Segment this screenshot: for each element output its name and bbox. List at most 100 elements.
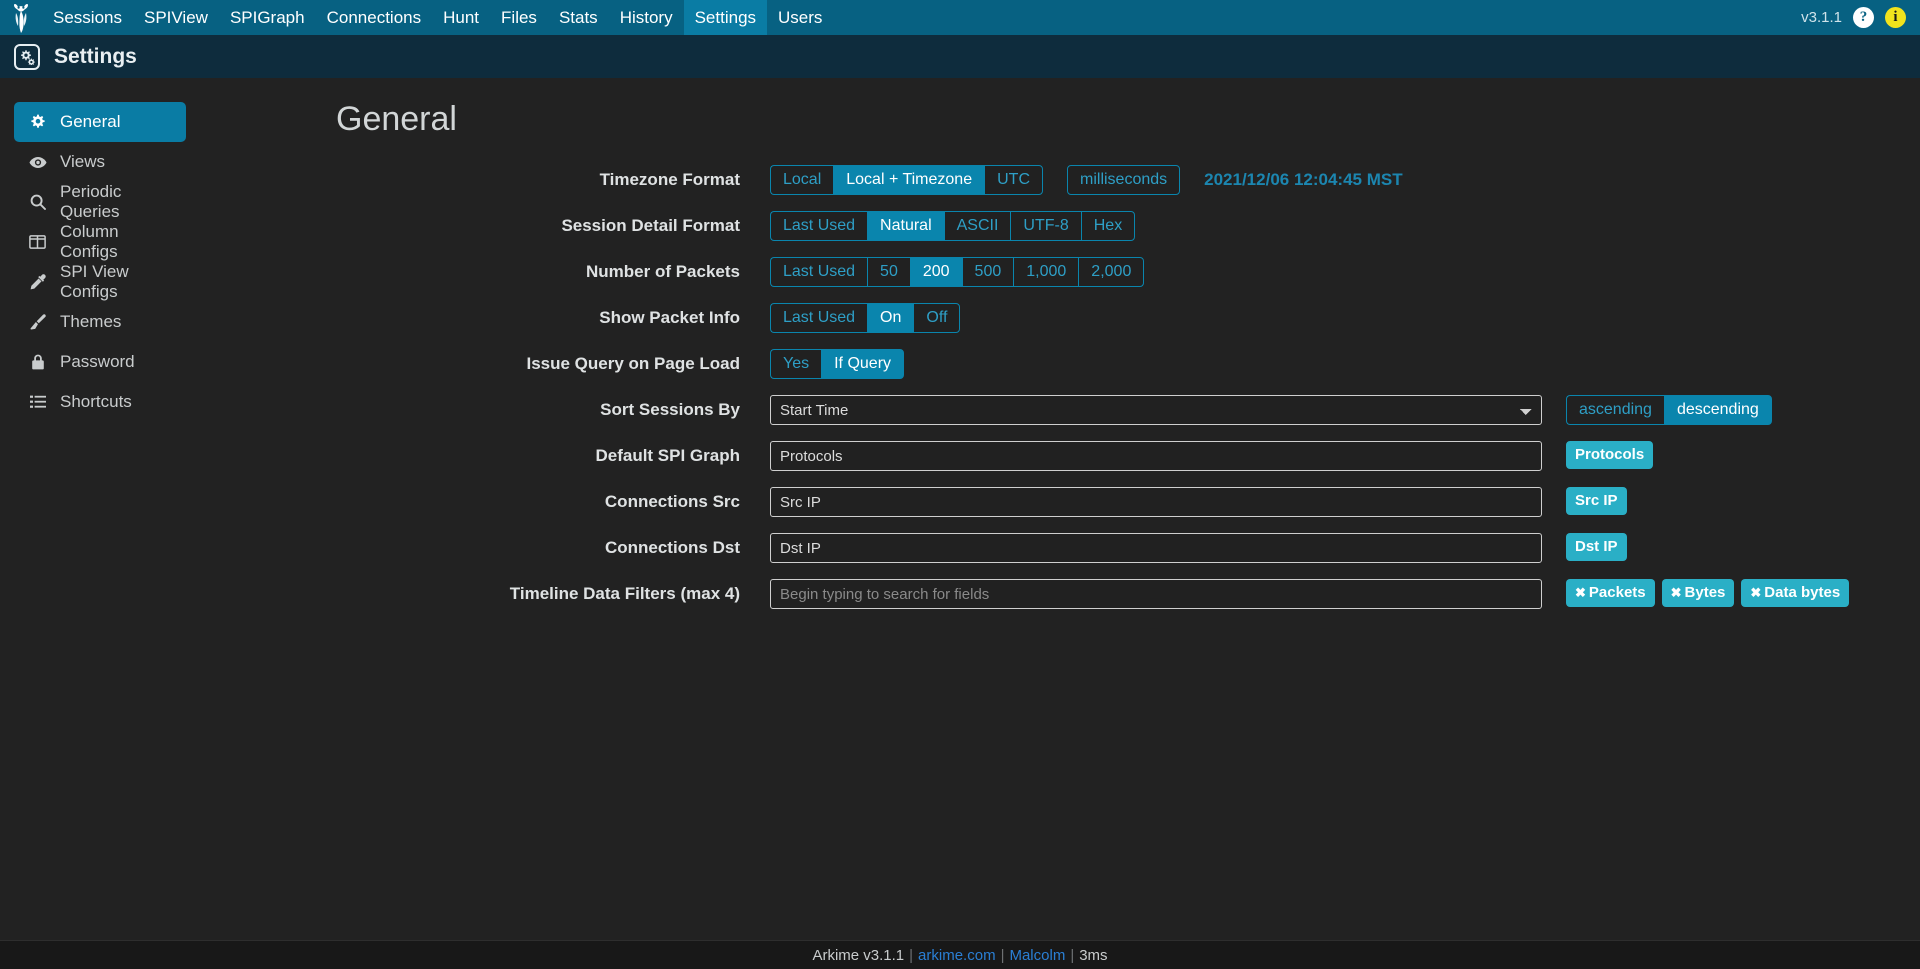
nav-items-list: Sessions SPIView SPIGraph Connections Hu… <box>42 0 833 35</box>
milliseconds-toggle-group: milliseconds <box>1067 165 1181 195</box>
connections-dst-badges: Dst IP <box>1566 533 1627 561</box>
sidebar-item-views[interactable]: Views <box>14 142 186 182</box>
sidebar-item-shortcuts[interactable]: Shortcuts <box>14 382 186 422</box>
packets-option-500[interactable]: 500 <box>961 257 1014 287</box>
remove-icon[interactable]: ✖ <box>1575 585 1586 600</box>
timezone-option-utc[interactable]: UTC <box>984 165 1043 195</box>
issue-query-option-yes[interactable]: Yes <box>770 349 822 379</box>
label-connections-dst: Connections Dst <box>604 538 740 557</box>
sort-direction-ascending[interactable]: ascending <box>1566 395 1664 425</box>
session-detail-option-last-used[interactable]: Last Used <box>770 211 868 241</box>
packets-option-1000[interactable]: 1,000 <box>1013 257 1079 287</box>
nav-item-sessions[interactable]: Sessions <box>42 0 133 35</box>
sidebar-item-periodic-queries[interactable]: Periodic Queries <box>14 182 186 222</box>
number-of-packets-buttongroup: Last Used 50 200 500 1,000 2,000 <box>770 257 1145 287</box>
badge-protocols[interactable]: Protocols <box>1566 441 1654 469</box>
badge-src-ip[interactable]: Src IP <box>1566 487 1627 515</box>
remove-icon[interactable]: ✖ <box>1750 585 1761 600</box>
nav-label: Users <box>778 7 823 27</box>
timezone-option-local-timezone[interactable]: Local + Timezone <box>833 165 985 195</box>
issue-query-option-if-query[interactable]: If Query <box>821 349 905 379</box>
session-detail-option-ascii[interactable]: ASCII <box>943 211 1011 241</box>
nav-item-settings[interactable]: Settings <box>683 0 768 35</box>
footer-link-arkime-site[interactable]: arkime.com <box>918 947 996 964</box>
nav-item-stats[interactable]: Stats <box>548 0 609 35</box>
footer-link-malcolm[interactable]: Malcolm <box>1009 947 1065 964</box>
nav-item-connections[interactable]: Connections <box>316 0 433 35</box>
page-footer: Arkime v3.1.1 | arkime.com | Malcolm | 3… <box>0 940 1920 969</box>
issue-query-buttongroup: Yes If Query <box>770 349 905 379</box>
timezone-format-buttongroup: Local Local + Timezone UTC <box>770 165 1043 195</box>
row-connections-dst: Connections Dst Dst IP <box>200 533 1920 563</box>
milliseconds-toggle[interactable]: milliseconds <box>1067 165 1181 195</box>
default-spi-graph-badges: Protocols <box>1566 441 1654 469</box>
page-title: Settings <box>54 44 137 68</box>
sidebar-item-general[interactable]: General <box>14 102 186 142</box>
timezone-option-local[interactable]: Local <box>770 165 834 195</box>
footer-separator: | <box>1070 946 1075 964</box>
settings-general-panel: General Timezone Format Local Local + Ti… <box>200 78 1920 940</box>
badge-data-bytes[interactable]: ✖ Data bytes <box>1741 579 1850 607</box>
nav-item-users[interactable]: Users <box>767 0 833 35</box>
sidebar-item-column-configs[interactable]: Column Configs <box>14 222 186 262</box>
info-circle-icon[interactable]: i <box>1885 7 1906 28</box>
badge-label: Bytes <box>1684 584 1726 601</box>
nav-item-hunt[interactable]: Hunt <box>432 0 490 35</box>
row-timezone-format: Timezone Format Local Local + Timezone U… <box>200 165 1920 195</box>
connections-dst-input[interactable] <box>770 533 1542 563</box>
nav-item-files[interactable]: Files <box>490 0 548 35</box>
sidebar-item-label: SPI View Configs <box>60 262 129 301</box>
label-show-packet-info: Show Packet Info <box>599 308 740 327</box>
packets-option-50[interactable]: 50 <box>867 257 910 287</box>
version-label: v3.1.1 <box>1801 9 1842 26</box>
sidebar-item-label: Views <box>60 152 106 171</box>
nav-item-history[interactable]: History <box>609 0 684 35</box>
session-detail-option-natural[interactable]: Natural <box>867 211 944 241</box>
arkime-owl-logo-icon[interactable] <box>0 0 42 35</box>
footer-separator: | <box>1000 946 1005 964</box>
label-default-spi-graph: Default SPI Graph <box>595 446 740 465</box>
packets-option-200[interactable]: 200 <box>909 257 962 287</box>
session-detail-option-utf8[interactable]: UTF-8 <box>1010 211 1081 241</box>
packets-option-last-used[interactable]: Last Used <box>770 257 868 287</box>
badge-bytes[interactable]: ✖ Bytes <box>1661 579 1735 607</box>
row-sort-sessions-by: Sort Sessions By Start Time ascending de… <box>200 395 1920 425</box>
sidebar-item-label: Themes <box>60 312 122 331</box>
label-timeline-data-filters: Timeline Data Filters (max 4) <box>509 584 740 603</box>
footer-separator: | <box>909 946 914 964</box>
badge-dst-ip[interactable]: Dst IP <box>1566 533 1627 561</box>
page-body: General Views Periodic Queries Column Co… <box>0 78 1920 940</box>
timeline-data-filters-badges: ✖ Packets ✖ Bytes ✖ Data bytes <box>1566 579 1850 607</box>
remove-icon[interactable]: ✖ <box>1671 585 1682 600</box>
connections-src-input[interactable] <box>770 487 1542 517</box>
lock-icon <box>28 354 47 370</box>
badge-packets[interactable]: ✖ Packets <box>1566 579 1655 607</box>
default-spi-graph-input[interactable] <box>770 441 1542 471</box>
sort-direction-descending[interactable]: descending <box>1663 395 1772 425</box>
packets-option-2000[interactable]: 2,000 <box>1078 257 1145 287</box>
nav-label: Connections <box>326 7 422 27</box>
sidebar-item-password[interactable]: Password <box>14 342 186 382</box>
sidebar-item-spi-view-configs[interactable]: SPI View Configs <box>14 262 186 302</box>
packet-info-option-last-used[interactable]: Last Used <box>770 303 868 333</box>
connections-src-badges: Src IP <box>1566 487 1627 515</box>
nav-right-group: v3.1.1 ? i <box>1801 0 1920 35</box>
nav-label: SPIView <box>143 7 208 27</box>
row-issue-query-on-page-load: Issue Query on Page Load Yes If Query <box>200 349 1920 379</box>
session-detail-option-hex[interactable]: Hex <box>1080 211 1136 241</box>
row-number-of-packets: Number of Packets Last Used 50 200 500 1… <box>200 257 1920 287</box>
badge-label: Packets <box>1588 584 1646 601</box>
packet-info-option-off[interactable]: Off <box>913 303 961 333</box>
nav-label: Sessions <box>53 7 122 27</box>
nav-item-spigraph[interactable]: SPIGraph <box>219 0 316 35</box>
sort-sessions-select[interactable]: Start Time <box>770 395 1542 425</box>
question-mark-help-icon[interactable]: ? <box>1853 7 1874 28</box>
show-packet-info-buttongroup: Last Used On Off <box>770 303 961 333</box>
sidebar-item-themes[interactable]: Themes <box>14 302 186 342</box>
nav-item-spiview[interactable]: SPIView <box>133 0 219 35</box>
timeline-data-filters-input[interactable] <box>770 579 1542 609</box>
packet-info-option-on[interactable]: On <box>867 303 914 333</box>
nav-label: History <box>619 7 673 27</box>
eye-icon <box>28 156 47 169</box>
gears-settings-icon <box>14 43 40 70</box>
